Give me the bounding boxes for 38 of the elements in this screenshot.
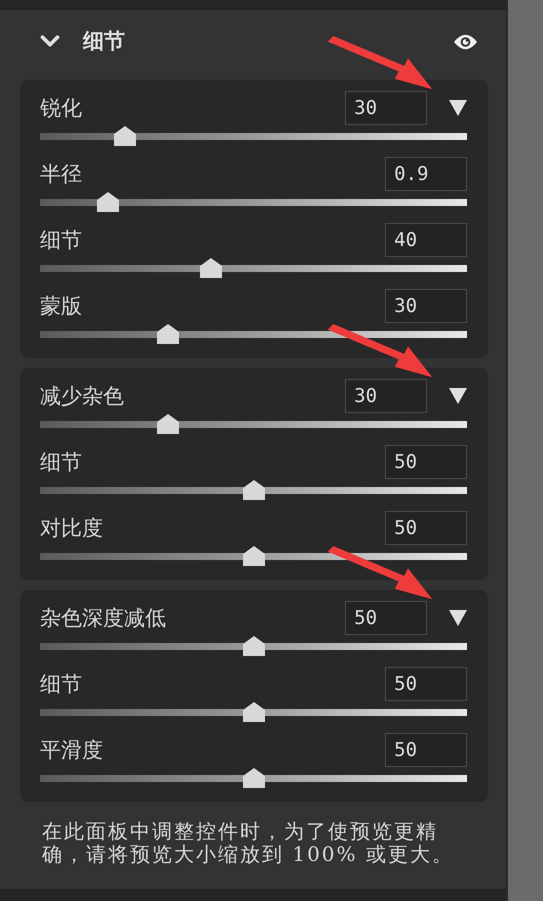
dropdown-triangle-icon[interactable] <box>449 388 468 404</box>
eye-icon[interactable] <box>453 33 478 51</box>
slider-thumb[interactable] <box>114 126 136 146</box>
control-label: 对比度 <box>40 515 104 542</box>
panel-title: 细节 <box>83 27 126 55</box>
value-field[interactable]: 0.9 <box>385 157 468 191</box>
control-label: 细节 <box>40 671 83 698</box>
value-field[interactable]: 50 <box>385 511 468 545</box>
slider-thumb[interactable] <box>242 702 265 722</box>
value-field[interactable]: 50 <box>385 445 468 479</box>
control-label: 锐化 <box>40 95 83 122</box>
hint-text: 在此面板中调整控件时，为了使预览更精确，请将预览大小缩放到 100% 或更大。 <box>42 820 454 866</box>
value-field[interactable]: 30 <box>345 379 428 413</box>
value-field[interactable]: 50 <box>385 733 468 767</box>
value-field[interactable]: 30 <box>345 91 428 125</box>
control-label: 细节 <box>40 449 83 476</box>
slider-thumb[interactable] <box>200 258 222 278</box>
scrollbar[interactable] <box>506 0 543 901</box>
chevron-icon[interactable] <box>39 34 61 48</box>
value-field[interactable]: 40 <box>385 223 468 257</box>
value-field[interactable]: 50 <box>385 667 468 701</box>
slider-thumb[interactable] <box>97 192 120 212</box>
control-label: 杂色深度减低 <box>40 605 167 632</box>
control-label: 减少杂色 <box>40 383 125 410</box>
control-label: 细节 <box>40 227 83 254</box>
slider-thumb[interactable] <box>157 414 180 434</box>
slider-thumb[interactable] <box>242 636 265 656</box>
control-label: 蒙版 <box>40 293 83 320</box>
control-label: 半径 <box>40 161 83 188</box>
dropdown-triangle-icon[interactable] <box>449 610 468 626</box>
slider-thumb[interactable] <box>242 546 265 566</box>
slider-thumb[interactable] <box>157 324 180 344</box>
slider-thumb[interactable] <box>242 480 265 500</box>
control-label: 平滑度 <box>40 737 104 764</box>
value-field[interactable]: 50 <box>345 601 428 635</box>
slider-thumb[interactable] <box>242 768 265 788</box>
value-field[interactable]: 30 <box>385 289 468 323</box>
dropdown-triangle-icon[interactable] <box>449 100 468 116</box>
